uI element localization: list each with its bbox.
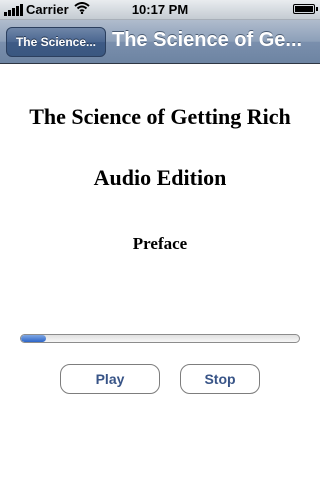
status-time: 10:17 PM [131,2,189,17]
progress-bar[interactable] [20,334,300,343]
navigation-bar: The Science... The Science of Ge... [0,20,320,64]
back-button[interactable]: The Science... [6,27,106,57]
battery-fill [295,6,313,12]
nav-title: The Science of Ge... [112,29,303,51]
stop-button[interactable]: Stop [180,364,260,394]
book-title: The Science of Getting Rich [29,104,291,129]
edition-label: Audio Edition [93,165,227,190]
chapter-title: Preface [132,234,188,253]
status-bar: Carrier 10:17 PM [0,0,320,20]
battery-icon [293,4,318,14]
play-button[interactable]: Play [60,364,160,394]
progress-fill [21,335,47,342]
